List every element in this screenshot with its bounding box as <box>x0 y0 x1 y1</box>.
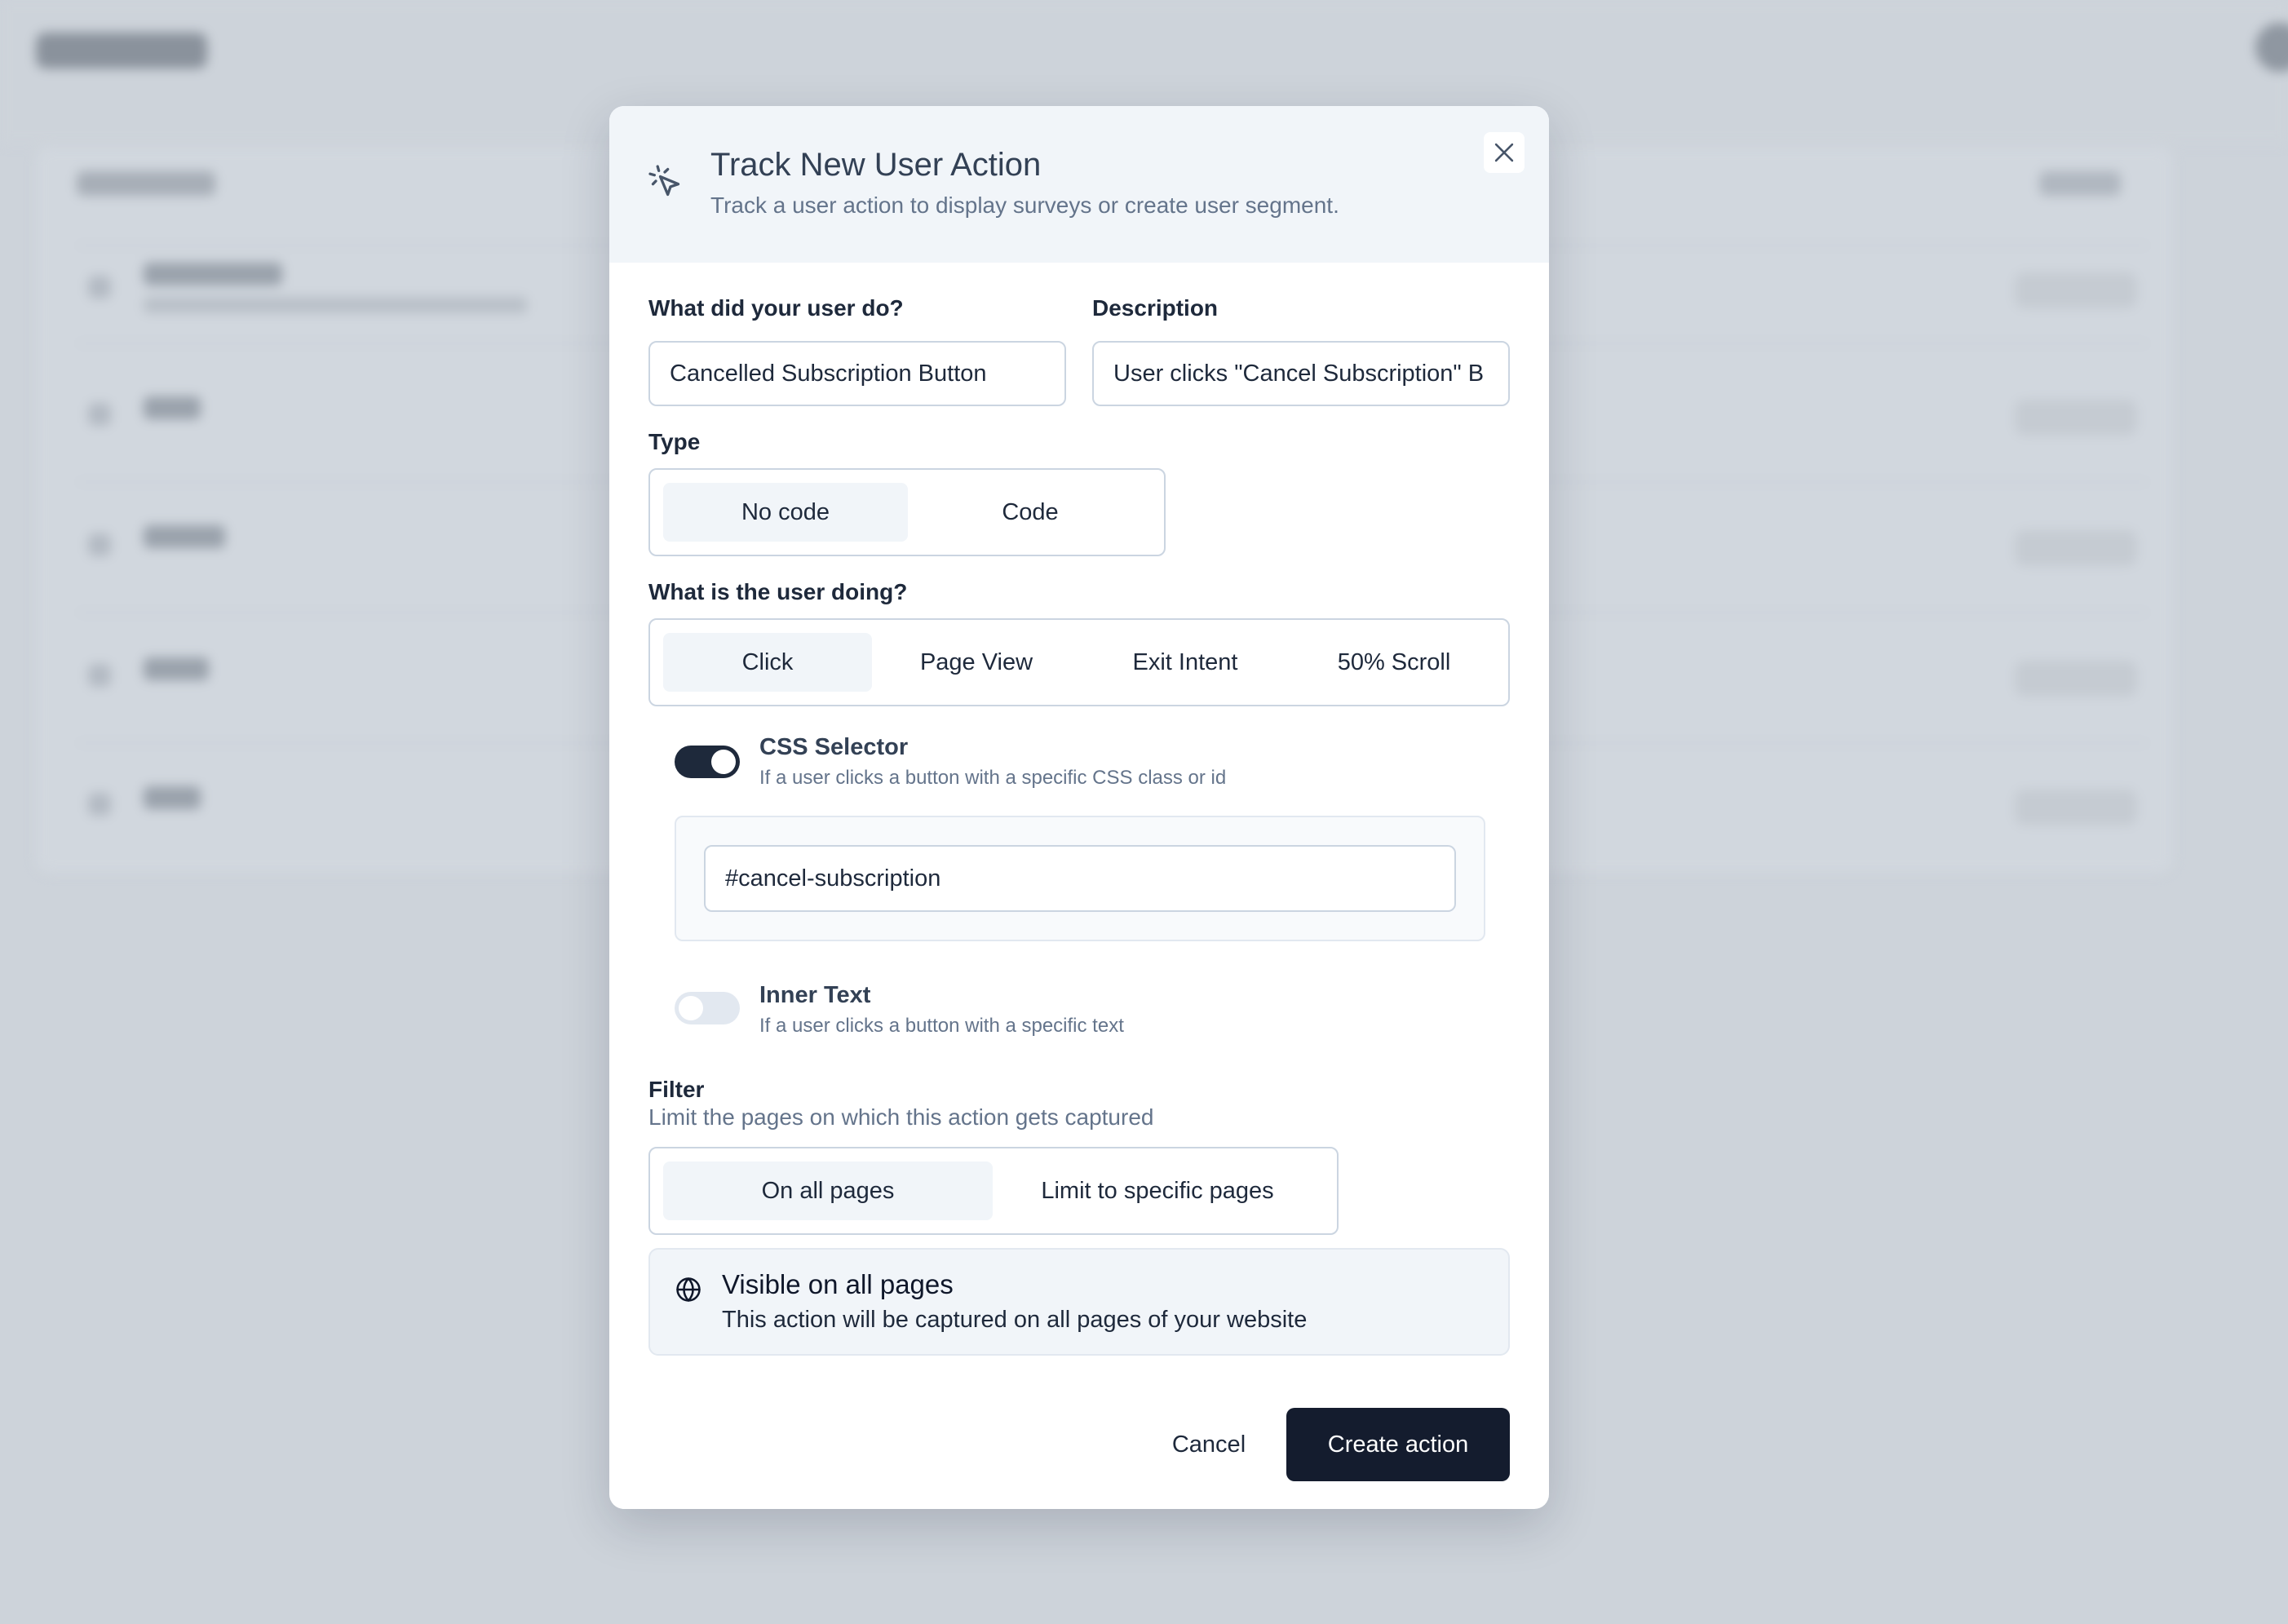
type-option-no-code[interactable]: No code <box>663 483 908 542</box>
cursor-click-icon <box>648 165 680 197</box>
user-doing-segmented-control: Click Page View Exit Intent 50% Scroll <box>648 618 1510 706</box>
globe-icon <box>676 1277 701 1302</box>
user-doing-option-exit-intent[interactable]: Exit Intent <box>1081 633 1290 692</box>
description-label: Description <box>1092 295 1219 321</box>
background-row-icon <box>88 403 111 426</box>
close-icon <box>1494 143 1514 162</box>
toggle-knob <box>679 996 703 1020</box>
css-selector-title: CSS Selector <box>759 734 909 760</box>
track-action-modal: Track New User Action Track a user actio… <box>609 106 1549 1509</box>
user-doing-option-page-view[interactable]: Page View <box>872 633 1081 692</box>
background-logo <box>36 33 207 69</box>
user-doing-option-50-scroll[interactable]: 50% Scroll <box>1290 633 1498 692</box>
background-row-text <box>144 786 201 809</box>
filter-hint: Limit the pages on which this action get… <box>648 1104 1154 1130</box>
background-row-text <box>144 657 209 680</box>
background-row-text <box>144 396 201 419</box>
background-row-subtext <box>144 297 527 313</box>
background-heading <box>77 171 215 196</box>
filter-option-specific-pages[interactable]: Limit to specific pages <box>993 1162 1322 1220</box>
background-row-pill <box>2015 530 2137 566</box>
modal-title: Track New User Action <box>710 147 1042 183</box>
close-button[interactable] <box>1484 132 1525 173</box>
type-label: Type <box>648 429 701 454</box>
toggle-knob <box>711 750 736 774</box>
inner-text-title: Inner Text <box>759 982 871 1008</box>
user-action-input[interactable]: Cancelled Subscription Button <box>648 341 1066 406</box>
description-input[interactable]: User clicks "Cancel Subscription" B <box>1092 341 1510 406</box>
background-row-icon <box>88 664 111 687</box>
background-row-pill <box>2015 272 2137 308</box>
filter-label: Filter <box>648 1077 705 1102</box>
user-doing-option-click[interactable]: Click <box>663 633 872 692</box>
background-row-icon <box>88 533 111 556</box>
background-row-pill <box>2015 790 2137 825</box>
user-action-label: What did your user do? <box>648 295 904 321</box>
modal-subtitle: Track a user action to display surveys o… <box>710 192 1339 218</box>
cancel-button[interactable]: Cancel <box>1131 1408 1286 1481</box>
css-selector-toggle[interactable] <box>675 746 740 778</box>
background-row-pill <box>2015 400 2137 436</box>
inner-text-description: If a user clicks a button with a specifi… <box>759 1015 1124 1037</box>
type-segmented-control: No code Code <box>648 468 1166 556</box>
filter-info-box: Visible on all pages This action will be… <box>648 1248 1510 1356</box>
css-selector-description: If a user clicks a button with a specifi… <box>759 767 1227 789</box>
create-action-button[interactable]: Create action <box>1286 1408 1510 1481</box>
filter-segmented-control: On all pages Limit to specific pages <box>648 1147 1339 1235</box>
filter-option-all-pages[interactable]: On all pages <box>663 1162 993 1220</box>
background-row-text <box>144 525 225 548</box>
inner-text-toggle[interactable] <box>675 992 740 1024</box>
modal-header: Track New User Action Track a user actio… <box>609 106 1549 263</box>
css-selector-input[interactable]: #cancel-subscription <box>704 845 1456 912</box>
info-title: Visible on all pages <box>722 1269 954 1299</box>
type-option-code[interactable]: Code <box>908 483 1153 542</box>
css-selector-panel: #cancel-subscription <box>675 816 1485 941</box>
background-row-pill <box>2015 661 2137 697</box>
background-row-icon <box>88 276 111 299</box>
background-heading-right <box>2039 171 2121 196</box>
background-row-icon <box>88 793 111 816</box>
user-doing-label: What is the user doing? <box>648 579 908 604</box>
info-description: This action will be captured on all page… <box>722 1307 1308 1333</box>
background-row-text <box>144 263 282 285</box>
